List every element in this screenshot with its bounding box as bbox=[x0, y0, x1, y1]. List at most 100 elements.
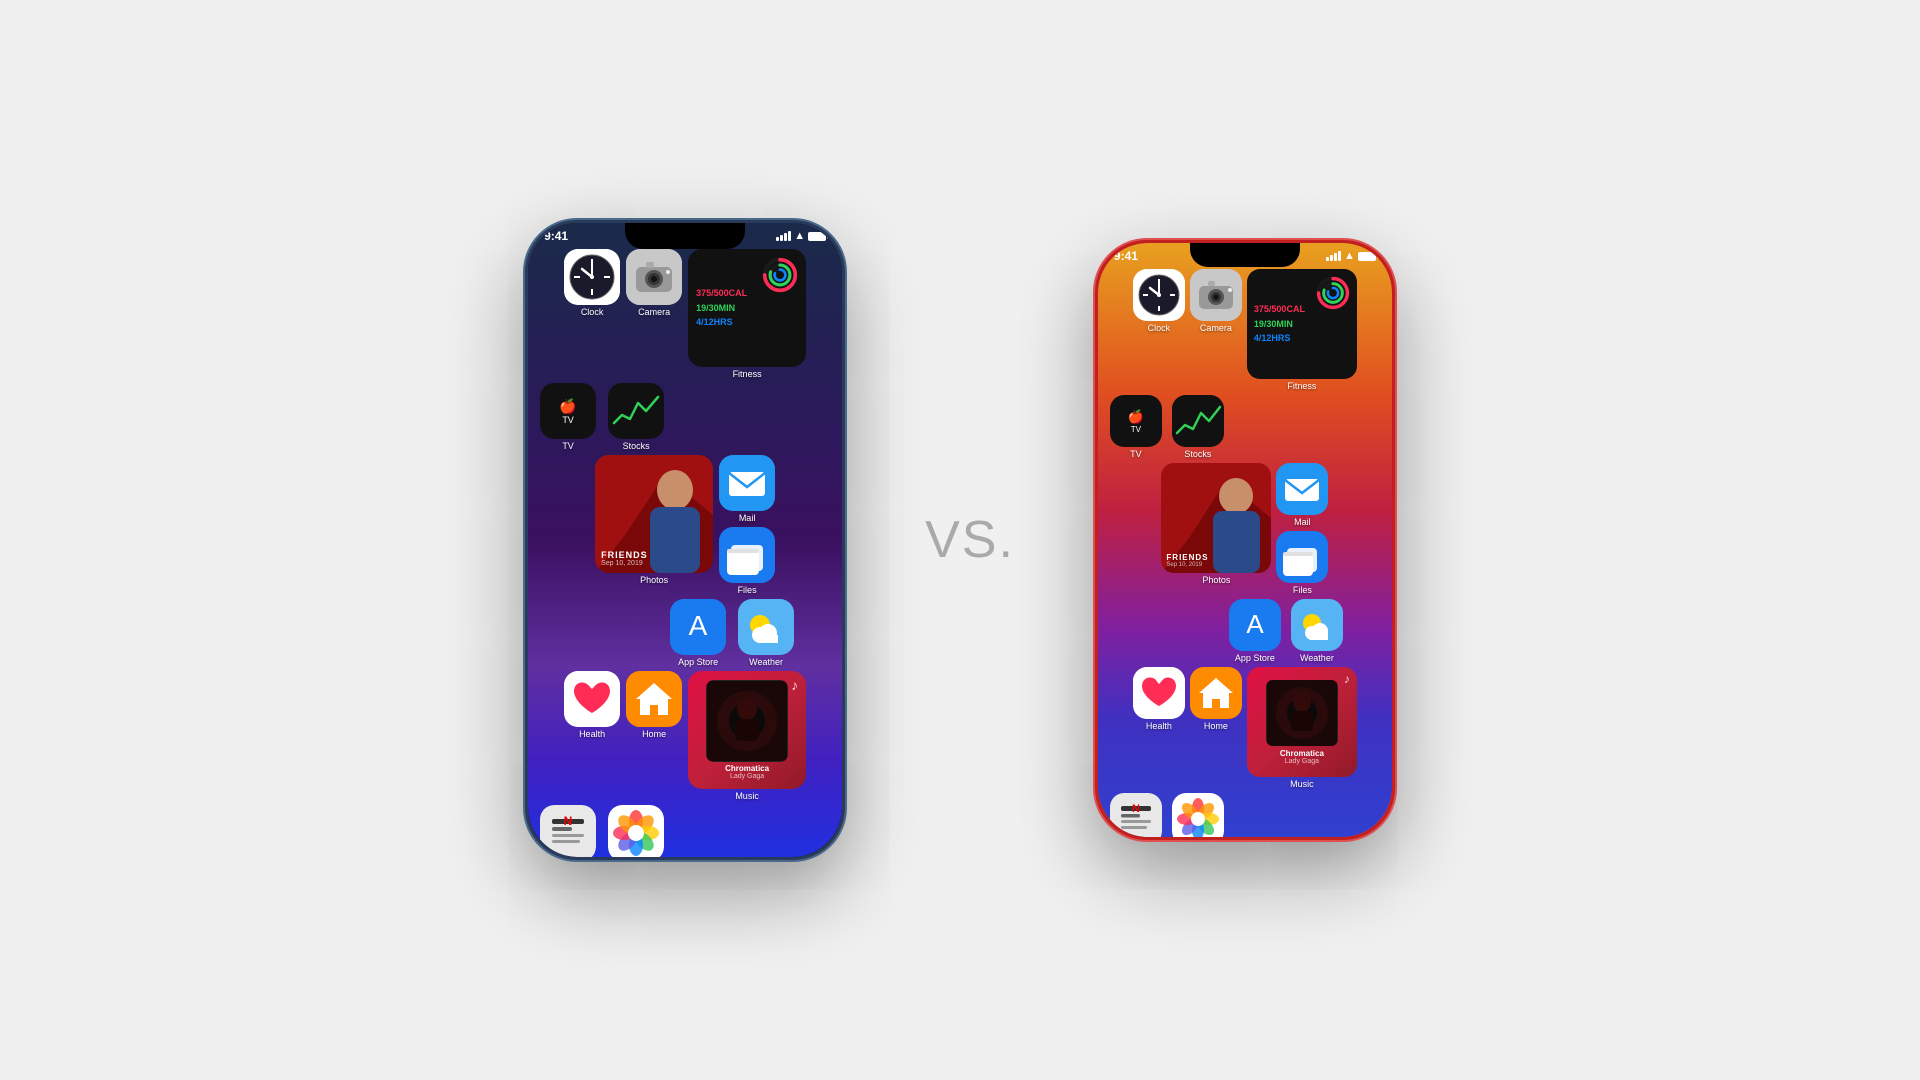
phone-red: 9:41 ▲ bbox=[1095, 240, 1395, 840]
main-scene: 9:41 ▲ bbox=[0, 0, 1920, 1080]
home-svg bbox=[626, 671, 682, 727]
status-icons-blue: ▲ bbox=[776, 230, 826, 242]
red-mail[interactable]: Mail bbox=[1276, 463, 1328, 527]
red-weather-label: Weather bbox=[1300, 653, 1334, 663]
app-files[interactable]: Files bbox=[719, 527, 775, 595]
red-side-power bbox=[1393, 398, 1395, 463]
red-health[interactable]: Health bbox=[1133, 667, 1185, 731]
ring-svg bbox=[762, 257, 798, 293]
news-svg: N bbox=[540, 805, 596, 857]
red-news[interactable]: N News bbox=[1110, 793, 1162, 837]
photos-widget-label: Photos bbox=[640, 575, 668, 585]
status-time-blue: 9:41 bbox=[544, 229, 568, 243]
red-weather[interactable]: Weather bbox=[1291, 599, 1343, 663]
camera-label: Camera bbox=[638, 307, 670, 317]
photos-bg: FRIENDS Sep 10, 2019 bbox=[595, 455, 713, 573]
red-home[interactable]: Home bbox=[1190, 667, 1242, 731]
red-clock[interactable]: Clock bbox=[1133, 269, 1185, 333]
camera-svg bbox=[626, 249, 682, 305]
red-photos-widget[interactable]: FRIENDS Sep 10, 2019 Photos bbox=[1161, 463, 1271, 585]
red-fitness-widget[interactable]: 375/500CAL 19/30MIN 4/12HRS Fitness bbox=[1247, 269, 1357, 391]
photos-info: FRIENDS Sep 10, 2019 bbox=[601, 550, 648, 567]
photos-svg bbox=[608, 805, 664, 857]
app-photos[interactable]: Photos bbox=[608, 805, 664, 857]
red-home-img bbox=[1190, 667, 1242, 719]
app-grid-red: Clock bbox=[1098, 265, 1392, 837]
fitness-widget-img: 375/500CAL 19/30MIN 4/12HRS bbox=[688, 249, 806, 367]
apple-tv-logo: 🍎 TV bbox=[559, 398, 576, 425]
red-photos-widget-label: Photos bbox=[1202, 575, 1230, 585]
side-btn-vol-down bbox=[525, 443, 527, 493]
tv-label: TV bbox=[562, 441, 574, 451]
red-music-img: ♪ bbox=[1247, 667, 1357, 777]
red-photos-widget-img: FRIENDS Sep 10, 2019 bbox=[1161, 463, 1271, 573]
health-icon-img bbox=[564, 671, 620, 727]
red-health-img bbox=[1133, 667, 1185, 719]
red-row-2: 🍎 TV TV Stocks bbox=[1108, 395, 1382, 459]
app-stocks[interactable]: Stocks bbox=[608, 383, 664, 451]
home-icon-img bbox=[626, 671, 682, 727]
red-photos2[interactable]: Photos bbox=[1172, 793, 1224, 837]
music-widget-img: ♪ bbox=[688, 671, 806, 789]
app-camera[interactable]: Camera bbox=[626, 249, 682, 317]
stocks-label: Stocks bbox=[623, 441, 650, 451]
app-row-2: 🍎 TV TV bbox=[538, 383, 832, 451]
notch-blue bbox=[625, 223, 745, 249]
red-row-5: Health Home bbox=[1108, 667, 1382, 789]
red-health-label: Health bbox=[1146, 721, 1172, 731]
red-side-mute bbox=[1095, 343, 1097, 368]
red-stocks[interactable]: Stocks bbox=[1172, 395, 1224, 459]
red-row-1: Clock bbox=[1108, 269, 1382, 391]
appstore-label: App Store bbox=[678, 657, 718, 667]
stocks-svg bbox=[608, 383, 664, 439]
red-mail-label: Mail bbox=[1294, 517, 1311, 527]
red-weather-img bbox=[1291, 599, 1343, 651]
svg-text:A: A bbox=[1246, 609, 1264, 639]
battery-icon-red bbox=[1358, 252, 1376, 261]
red-fitness-label: Fitness bbox=[1287, 381, 1316, 391]
files-label: Files bbox=[738, 585, 757, 595]
app-health[interactable]: Health bbox=[564, 671, 620, 739]
mail-icon-img bbox=[719, 455, 775, 511]
app-row-3: FRIENDS Sep 10, 2019 Photos bbox=[538, 455, 832, 595]
signal-icon bbox=[776, 231, 791, 241]
app-row-5: Health Home bbox=[538, 671, 832, 801]
home-label: Home bbox=[642, 729, 666, 739]
red-camera-label: Camera bbox=[1200, 323, 1232, 333]
app-photos-widget[interactable]: FRIENDS Sep 10, 2019 Photos bbox=[595, 455, 713, 585]
mail-label: Mail bbox=[739, 513, 756, 523]
app-appstore[interactable]: A App Store bbox=[670, 599, 726, 667]
red-camera[interactable]: Camera bbox=[1190, 269, 1242, 333]
red-fitness-img: 375/500CAL 19/30MIN 4/12HRS bbox=[1247, 269, 1357, 379]
vs-label: VS. bbox=[925, 510, 1015, 570]
app-fitness-widget[interactable]: 375/500CAL 19/30MIN 4/12HRS Fitness bbox=[688, 249, 806, 379]
red-clock-img bbox=[1133, 269, 1185, 321]
red-news-img: N bbox=[1110, 793, 1162, 837]
red-stocks-img bbox=[1172, 395, 1224, 447]
weather-label: Weather bbox=[749, 657, 783, 667]
red-fitness-ring bbox=[1316, 276, 1350, 315]
camera-icon-img bbox=[626, 249, 682, 305]
app-weather[interactable]: Weather bbox=[738, 599, 794, 667]
app-home[interactable]: Home bbox=[626, 671, 682, 739]
appstore-icon-img: A bbox=[670, 599, 726, 655]
app-tv[interactable]: 🍎 TV TV bbox=[540, 383, 596, 451]
news-icon-img: N bbox=[540, 805, 596, 857]
health-svg bbox=[564, 671, 620, 727]
red-tv-label: TV bbox=[1130, 449, 1142, 459]
red-tv[interactable]: 🍎 TV TV bbox=[1110, 395, 1162, 459]
red-files[interactable]: Files bbox=[1276, 531, 1328, 595]
red-music-widget[interactable]: ♪ bbox=[1247, 667, 1357, 789]
app-music-widget[interactable]: ♪ bbox=[688, 671, 806, 801]
app-clock[interactable]: Clock bbox=[564, 249, 620, 317]
red-appstore[interactable]: A App Store bbox=[1229, 599, 1281, 663]
red-row-3: FRIENDS Sep 10, 2019 Photos bbox=[1108, 463, 1382, 595]
app-news[interactable]: N News bbox=[540, 805, 596, 857]
music-note-icon: ♪ bbox=[791, 677, 798, 693]
wifi-icon-red: ▲ bbox=[1344, 250, 1355, 262]
files-icon-img bbox=[719, 527, 775, 583]
app-mail[interactable]: Mail bbox=[719, 455, 775, 523]
red-files-img bbox=[1276, 531, 1328, 583]
mail-files-col: Mail Files bbox=[719, 455, 775, 595]
music-bg: ♪ bbox=[688, 671, 806, 789]
